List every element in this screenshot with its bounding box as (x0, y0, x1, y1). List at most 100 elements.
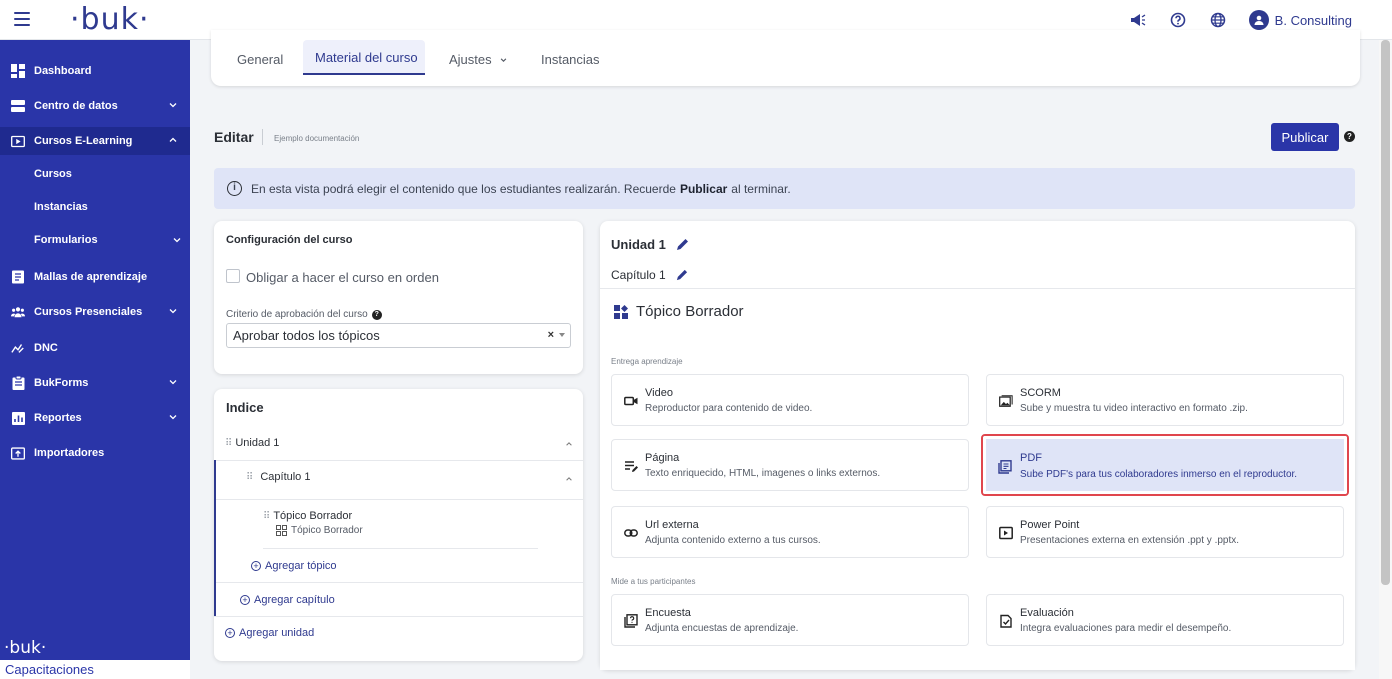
topic-title: Tópico Borrador (614, 303, 744, 320)
info-banner: i En esta vista podrá elegir el contenid… (214, 168, 1355, 209)
sidebar-item-cursos-elearning[interactable]: Cursos E-Learning (0, 127, 190, 155)
chevron-up-icon[interactable] (565, 475, 573, 483)
tab-ajustes[interactable]: Ajustes (449, 52, 508, 67)
dashboard-icon (11, 64, 25, 78)
drag-handle-icon[interactable]: ⠿ (246, 472, 253, 483)
option-pagina[interactable]: Página Texto enriquecido, HTML, imagenes… (611, 439, 969, 491)
sidebar-item-cursos-presenciales[interactable]: Cursos Presenciales (0, 298, 190, 326)
option-power-point[interactable]: Power Point Presentaciones externa en ex… (986, 506, 1344, 558)
option-pdf[interactable]: PDF Sube PDF's para tus colaboradores in… (981, 434, 1349, 496)
text-edit-icon (625, 461, 638, 472)
divider (216, 499, 583, 500)
divider (214, 616, 583, 617)
globe-icon[interactable] (1209, 11, 1227, 29)
sidebar-item-centro-de-datos[interactable]: Centro de datos (0, 92, 190, 120)
drag-handle-icon[interactable]: ⠿ (263, 511, 270, 522)
tab-underline (303, 73, 425, 75)
banner-text: En esta vista podrá elegir el contenido … (251, 181, 676, 196)
index-unit-row[interactable]: ⠿ Unidad 1 (225, 437, 279, 449)
scrollbar-thumb[interactable] (1381, 40, 1390, 585)
order-checkbox[interactable] (226, 269, 240, 283)
sidebar-item-dnc[interactable]: DNC (0, 334, 190, 362)
sidebar-item-mallas[interactable]: Mallas de aprendizaje (0, 263, 190, 291)
option-title: Evaluación (1020, 607, 1074, 619)
chevron-down-icon (169, 380, 177, 385)
index-topic-row[interactable]: ⠿ Tópico Borrador (263, 510, 352, 522)
sidebar-subitem-instancias[interactable]: Instancias (34, 201, 88, 213)
sidebar-subitem-formularios[interactable]: Formularios (34, 234, 181, 246)
option-evaluacion[interactable]: Evaluación Integra evaluaciones para med… (986, 594, 1344, 646)
option-video[interactable]: Video Reproductor para contenido de vide… (611, 374, 969, 426)
sidebar-item-reportes[interactable]: Reportes (0, 404, 190, 432)
sidebar-item-label: Reportes (34, 412, 82, 424)
tab-label: Ajustes (449, 52, 492, 67)
divider (214, 460, 583, 461)
option-encuesta[interactable]: Encuesta Adjunta encuestas de aprendizaj… (611, 594, 969, 646)
sidebar-item-importadores[interactable]: Importadores (0, 439, 190, 467)
sidebar-item-dashboard[interactable]: Dashboard (0, 57, 190, 85)
plus-circle-icon: + (225, 628, 235, 638)
sidebar-item-label: Dashboard (34, 65, 92, 77)
option-title: Power Point (1020, 519, 1080, 531)
sidebar-item-label: Centro de datos (34, 100, 118, 112)
help-icon[interactable] (1169, 11, 1187, 29)
chevron-down-icon (169, 415, 177, 420)
chevron-down-icon (173, 238, 181, 243)
topic-panel: Tópico Borrador Entrega aprendizaje Vide… (600, 288, 1355, 670)
sidebar-item-bukforms[interactable]: BukForms (0, 369, 190, 397)
tab-material-del-curso[interactable]: Material del curso (315, 50, 418, 65)
chevron-up-icon[interactable] (565, 440, 573, 448)
order-checkbox-label[interactable]: Obligar a hacer el curso en orden (246, 270, 439, 285)
tab-general[interactable]: General (237, 52, 283, 67)
approval-criteria-select[interactable]: Aprobar todos los tópicos × (226, 323, 571, 348)
course-config-card: Configuración del curso Obligar a hacer … (214, 221, 583, 374)
chapter-header-label: Capítulo 1 (611, 268, 666, 282)
unit-label: Unidad 1 (235, 437, 280, 449)
publish-help-icon[interactable]: ? (1344, 131, 1355, 142)
unit-header-label: Unidad 1 (611, 237, 666, 252)
report-icon (11, 411, 25, 425)
tab-instancias[interactable]: Instancias (541, 52, 600, 67)
user-name: B. Consulting (1274, 12, 1352, 28)
user-menu[interactable]: B. Consulting (1248, 10, 1352, 30)
add-chapter-link[interactable]: + Agregar capítulo (240, 594, 335, 606)
caret-down-icon[interactable] (559, 333, 565, 337)
option-scorm[interactable]: SCORM Sube y muestra tu video interactiv… (986, 374, 1344, 426)
page-title: Editar (214, 129, 254, 145)
topic-label: Tópico Borrador (273, 510, 353, 522)
publish-button[interactable]: Publicar (1271, 123, 1339, 151)
clear-icon[interactable]: × (548, 329, 554, 341)
banner-text-end: al terminar. (731, 181, 791, 196)
option-description: Presentaciones externa en extensión .ppt… (1020, 535, 1240, 546)
section-label-delivery: Entrega aprendizaje (611, 357, 683, 366)
sidebar-subitem-cursos[interactable]: Cursos (34, 168, 72, 180)
drag-handle-icon[interactable]: ⠿ (225, 438, 232, 449)
trend-icon (11, 341, 25, 355)
divider (216, 582, 583, 583)
sidebar-subitem-label: Formularios (34, 234, 98, 246)
option-title: PDF (1020, 452, 1042, 464)
add-topic-link[interactable]: + Agregar tópico (251, 560, 337, 572)
option-url-externa[interactable]: Url externa Adjunta contenido externo a … (611, 506, 969, 558)
add-unit-label: Agregar unidad (239, 627, 315, 639)
play-screen-icon (11, 134, 25, 148)
select-value: Aprobar todos los tópicos (233, 328, 380, 343)
option-title: Página (645, 452, 680, 464)
index-card: Indice ⠿ Unidad 1 ⠿ Capítulo 1 ⠿ Tópico … (214, 389, 583, 661)
menu-icon[interactable] (14, 12, 30, 26)
megaphone-icon[interactable] (1129, 11, 1147, 29)
pencil-icon[interactable] (676, 238, 689, 251)
sidebar-item-label: Importadores (34, 447, 105, 459)
pencil-icon[interactable] (676, 269, 688, 281)
chevron-up-icon (169, 137, 177, 142)
book-icon (11, 270, 25, 284)
topic-title-label: Tópico Borrador (636, 303, 744, 320)
course-name: Ejemplo documentación (274, 134, 360, 143)
buk-logo[interactable]: ·buk· (70, 2, 150, 37)
index-chapter-row[interactable]: ⠿ Capítulo 1 (246, 471, 310, 483)
add-unit-link[interactable]: + Agregar unidad (225, 627, 314, 639)
chapter-indicator (214, 460, 216, 616)
page-scrollbar[interactable] (1379, 40, 1392, 679)
option-title: Video (645, 387, 673, 399)
help-icon[interactable]: ? (371, 309, 382, 320)
